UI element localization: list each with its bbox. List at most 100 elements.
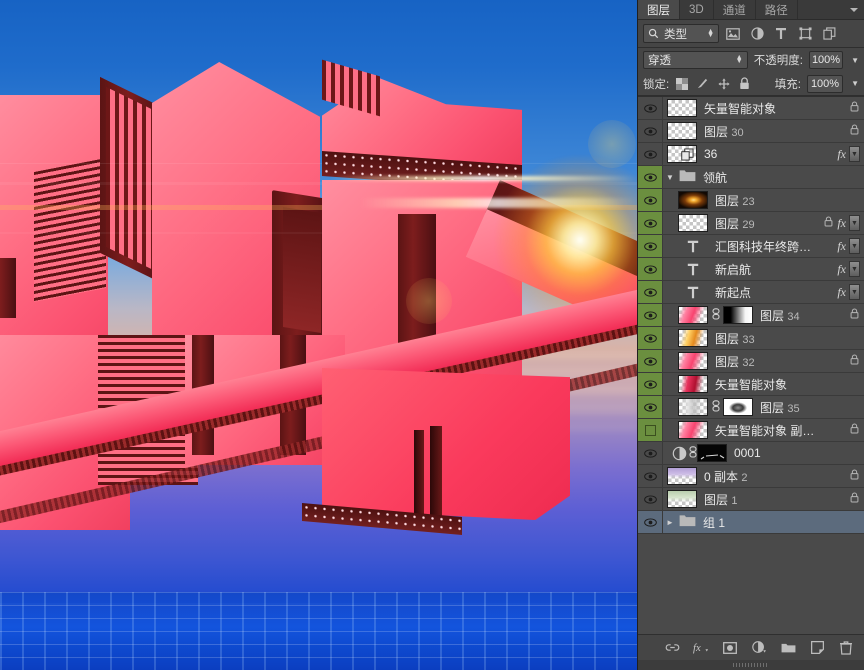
- layer-lock-icon[interactable]: [848, 124, 860, 138]
- layer-lock-icon[interactable]: [848, 492, 860, 506]
- smart-object-thumbnail[interactable]: [667, 145, 697, 163]
- fill-input[interactable]: 100%: [806, 74, 844, 93]
- layer-row[interactable]: 汇图科技年终跨… fx ▼: [638, 235, 864, 258]
- layer-visibility-toggle[interactable]: [638, 350, 663, 372]
- layer-list[interactable]: 矢量智能对象 图层 30 36 fx ▼ ▼ 领航 图层 23 图层 29 fx ▼ 汇图科技年终跨……: [638, 96, 864, 634]
- layer-visibility-toggle[interactable]: [638, 281, 663, 303]
- layer-visibility-toggle[interactable]: [638, 235, 663, 257]
- layer-mask-thumbnail[interactable]: [723, 398, 753, 416]
- layer-name[interactable]: 0001: [727, 446, 860, 460]
- opacity-input[interactable]: 100%: [808, 51, 844, 69]
- filter-pixel-icon[interactable]: [723, 24, 743, 44]
- layer-thumbnail[interactable]: [667, 122, 697, 140]
- mask-link-icon[interactable]: [711, 307, 720, 323]
- layer-visibility-toggle[interactable]: [638, 511, 663, 533]
- layer-thumbnail-group[interactable]: [674, 375, 708, 393]
- tab-3d[interactable]: 3D: [680, 0, 714, 19]
- layer-row[interactable]: 图层 29 fx ▼: [638, 212, 864, 235]
- blend-mode-spinner[interactable]: ▲ ▼: [736, 54, 743, 65]
- layer-mask-button[interactable]: [722, 640, 738, 656]
- layer-thumbnail[interactable]: [667, 467, 697, 485]
- layer-effects-icon[interactable]: fx: [837, 239, 846, 254]
- layer-effects-icon[interactable]: fx: [837, 216, 846, 231]
- layer-visibility-toggle[interactable]: [638, 143, 663, 165]
- layer-row[interactable]: 图层 34: [638, 304, 864, 327]
- layer-name[interactable]: 图层 33: [708, 330, 860, 347]
- layer-row[interactable]: ▼ 领航: [638, 166, 864, 189]
- lock-image-pixels-icon[interactable]: [696, 77, 709, 90]
- layer-effects-expand-icon[interactable]: ▼: [849, 238, 860, 254]
- layer-thumbnail[interactable]: [667, 99, 697, 117]
- layer-effects-expand-icon[interactable]: ▼: [849, 215, 860, 231]
- layer-row[interactable]: 新启航 fx ▼: [638, 258, 864, 281]
- layer-row[interactable]: 图层 32: [638, 350, 864, 373]
- layer-effects-expand-icon[interactable]: ▼: [849, 261, 860, 277]
- layer-visibility-toggle[interactable]: [638, 304, 663, 326]
- layer-visibility-toggle[interactable]: [638, 419, 663, 441]
- layer-lock-icon[interactable]: [848, 423, 860, 437]
- layer-visibility-toggle[interactable]: [638, 189, 663, 211]
- layer-thumbnail[interactable]: [667, 490, 697, 508]
- layer-thumbnail-group[interactable]: [663, 145, 697, 163]
- panel-menu-icon[interactable]: [849, 0, 859, 19]
- layer-thumbnail[interactable]: [678, 329, 708, 347]
- layer-name[interactable]: 图层 30: [697, 123, 848, 140]
- group-collapse-arrow-icon[interactable]: ▼: [663, 173, 677, 182]
- new-layer-button[interactable]: [809, 640, 825, 656]
- layer-visibility-toggle[interactable]: [638, 120, 663, 142]
- layer-visibility-toggle[interactable]: [638, 465, 663, 487]
- layer-visibility-toggle[interactable]: [638, 258, 663, 280]
- layer-name[interactable]: 36: [697, 147, 837, 161]
- filter-adjustment-icon[interactable]: [747, 24, 767, 44]
- layer-thumbnail-type[interactable]: [674, 237, 708, 255]
- layer-row[interactable]: 图层 23: [638, 189, 864, 212]
- layer-effects-expand-icon[interactable]: ▼: [849, 284, 860, 300]
- layer-row[interactable]: 0 副本 2: [638, 465, 864, 488]
- mask-link-icon[interactable]: [688, 445, 697, 461]
- layer-row[interactable]: 图层 1: [638, 488, 864, 511]
- fill-dropdown-icon[interactable]: ▼: [849, 79, 859, 88]
- layer-name[interactable]: 新起点: [708, 284, 837, 301]
- adjustment-layer-button[interactable]: [751, 640, 767, 656]
- opacity-dropdown-icon[interactable]: ▼: [849, 56, 859, 65]
- tab-layers[interactable]: 图层: [638, 0, 680, 19]
- layer-row[interactable]: 图层 35: [638, 396, 864, 419]
- layer-name[interactable]: 矢量智能对象 副…: [708, 422, 848, 439]
- layer-name[interactable]: 图层 29: [708, 215, 822, 232]
- layer-visibility-toggle[interactable]: [638, 442, 663, 464]
- layer-visibility-toggle[interactable]: [638, 166, 663, 188]
- layer-thumbnail[interactable]: [678, 375, 708, 393]
- layer-thumbnail-type[interactable]: [674, 283, 708, 301]
- tab-paths[interactable]: 路径: [755, 0, 798, 19]
- layer-row[interactable]: 图层 33: [638, 327, 864, 350]
- layer-name[interactable]: 矢量智能对象: [708, 376, 860, 393]
- layer-name[interactable]: 汇图科技年终跨…: [708, 238, 837, 255]
- adjustment-layer-icon[interactable]: [670, 444, 688, 462]
- filter-smartobject-icon[interactable]: [819, 24, 839, 44]
- layer-name[interactable]: 图层 35: [753, 399, 860, 416]
- layer-lock-icon[interactable]: [848, 101, 860, 115]
- layer-thumbnail-type[interactable]: [674, 260, 708, 278]
- delete-layer-button[interactable]: [838, 640, 854, 656]
- layer-thumbnail[interactable]: [678, 214, 708, 232]
- group-expand-arrow-icon[interactable]: ►: [663, 518, 677, 527]
- panel-resize-grip[interactable]: [638, 660, 864, 670]
- layer-thumbnail-group[interactable]: [674, 306, 753, 324]
- filter-shape-icon[interactable]: [795, 24, 815, 44]
- lock-transparent-pixels-icon[interactable]: [675, 77, 688, 90]
- layer-name[interactable]: 0 副本 2: [697, 468, 848, 485]
- layer-thumbnail-group[interactable]: [663, 99, 697, 117]
- layer-row[interactable]: 图层 30: [638, 120, 864, 143]
- layer-effects-icon[interactable]: fx: [837, 262, 846, 277]
- layer-name[interactable]: 矢量智能对象: [697, 100, 848, 117]
- layer-name[interactable]: 图层 1: [697, 491, 848, 508]
- layer-thumbnail[interactable]: [678, 352, 708, 370]
- blend-mode-select[interactable]: 穿透 ▲ ▼: [643, 51, 748, 69]
- layer-name[interactable]: 图层 23: [708, 192, 860, 209]
- layer-visibility-toggle[interactable]: [638, 212, 663, 234]
- lock-all-icon[interactable]: [738, 77, 751, 90]
- layer-thumbnail[interactable]: [678, 306, 708, 324]
- layer-thumbnail[interactable]: [678, 421, 708, 439]
- layer-row[interactable]: 0001: [638, 442, 864, 465]
- layer-lock-icon[interactable]: [848, 469, 860, 483]
